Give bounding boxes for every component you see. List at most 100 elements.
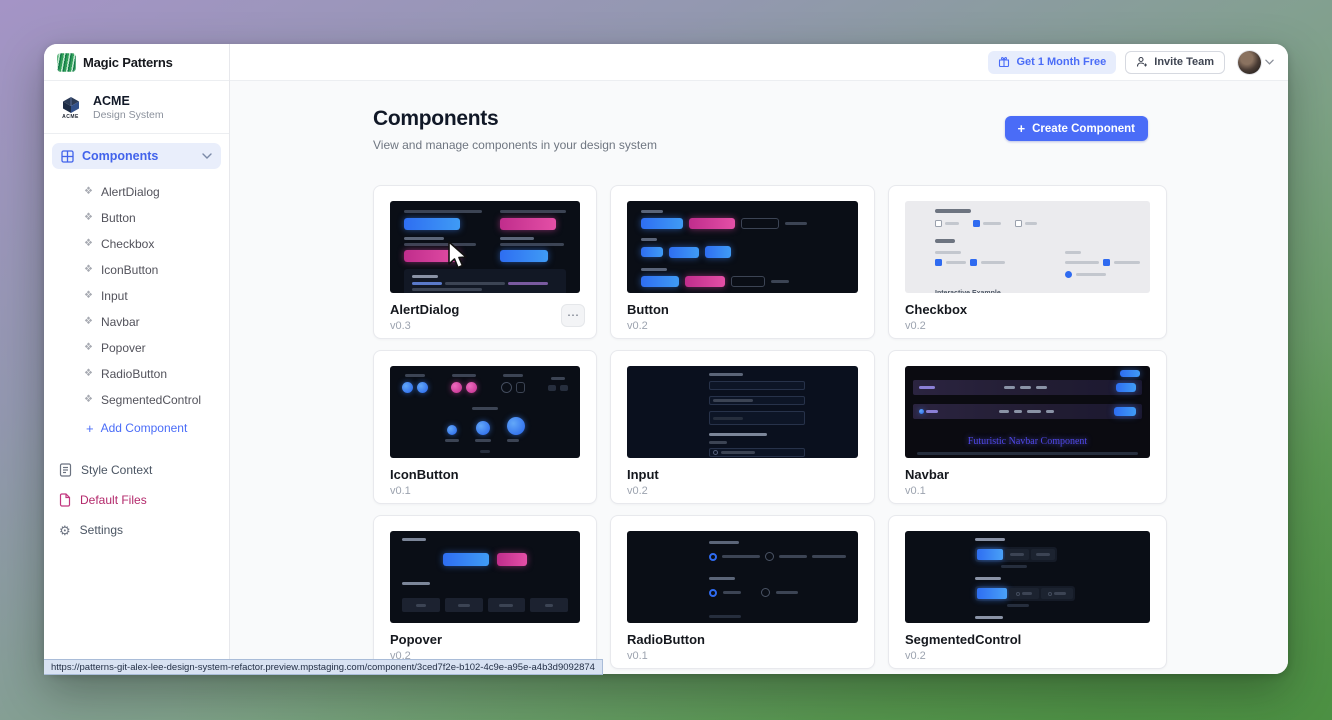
sidebar-item-iconbutton[interactable]: ❖ IconButton bbox=[44, 257, 229, 283]
checkbox-thumb-caption: Interactive Example bbox=[935, 290, 1140, 293]
gear-icon: ⚙ bbox=[59, 524, 71, 537]
card-name: Button bbox=[627, 302, 858, 317]
checkbox-thumbnail: Interactive Example bbox=[905, 201, 1150, 293]
acme-logo-label: ACME bbox=[57, 114, 84, 120]
sidebar-item-alertdialog[interactable]: ❖ AlertDialog bbox=[44, 179, 229, 205]
sub-item-label: Input bbox=[101, 289, 128, 303]
document-icon bbox=[59, 463, 72, 477]
page-subtitle: View and manage components in your desig… bbox=[373, 138, 657, 152]
sub-item-label: Checkbox bbox=[101, 237, 154, 251]
sub-item-label: IconButton bbox=[101, 263, 158, 277]
workspace-subtitle: Design System bbox=[93, 109, 164, 121]
footer-item-label: Default Files bbox=[80, 493, 147, 507]
component-card-popover[interactable]: Popover v0.2 bbox=[373, 515, 597, 669]
footer-item-label: Style Context bbox=[81, 463, 152, 477]
content-column: Get 1 Month Free Invite Team Components … bbox=[230, 44, 1288, 674]
sidebar-item-button[interactable]: ❖Button bbox=[44, 205, 229, 231]
thumb-code-block bbox=[404, 269, 566, 293]
sidebar-item-radiobutton[interactable]: ❖RadioButton bbox=[44, 361, 229, 387]
sidebar-item-settings[interactable]: ⚙ Settings bbox=[44, 515, 229, 545]
sidebar-item-style-context[interactable]: Style Context bbox=[44, 455, 229, 485]
sidebar-footer: Style Context Default Files ⚙ Settings bbox=[44, 455, 229, 545]
avatar bbox=[1238, 51, 1261, 74]
sidebar-divider bbox=[44, 133, 229, 134]
card-version: v0.1 bbox=[627, 650, 858, 662]
create-component-button[interactable]: + Create Component bbox=[1005, 116, 1148, 141]
card-name: IconButton bbox=[390, 467, 580, 482]
status-url: https://patterns-git-alex-lee-design-sys… bbox=[51, 662, 595, 673]
popover-thumbnail bbox=[390, 531, 580, 623]
add-component-button[interactable]: + Add Component bbox=[44, 413, 229, 443]
sidebar-item-label: Components bbox=[82, 149, 158, 163]
sub-item-label: Navbar bbox=[101, 315, 140, 329]
user-plus-icon bbox=[1136, 56, 1148, 68]
acme-logo-icon: ACME bbox=[57, 96, 84, 120]
card-name: Input bbox=[627, 467, 858, 482]
get-month-free-button[interactable]: Get 1 Month Free bbox=[988, 51, 1116, 74]
component-card-checkbox[interactable]: Interactive Example Checkbox v0.2 bbox=[888, 185, 1167, 339]
sub-item-label: SegmentedControl bbox=[101, 393, 201, 407]
sidebar-item-input[interactable]: ❖ Input bbox=[44, 283, 229, 309]
add-component-label: Add Component bbox=[101, 421, 188, 435]
component-card-alertdialog[interactable]: AlertDialog v0.3 ⋯ bbox=[373, 185, 597, 339]
card-version: v0.2 bbox=[905, 650, 1150, 662]
create-component-label: Create Component bbox=[1032, 123, 1135, 135]
iconbutton-thumbnail bbox=[390, 366, 580, 458]
component-card-segmentedcontrol[interactable]: SegmentedControl v0.2 bbox=[888, 515, 1167, 669]
component-icon: ❖ bbox=[84, 239, 93, 249]
thumb-group bbox=[404, 237, 482, 262]
segmentedcontrol-thumbnail bbox=[905, 531, 1150, 623]
status-bar: https://patterns-git-alex-lee-design-sys… bbox=[44, 659, 603, 675]
component-card-navbar[interactable]: Futuristic Navbar Component Navbar v0.1 bbox=[888, 350, 1167, 504]
component-card-iconbutton[interactable]: IconButton v0.1 bbox=[373, 350, 597, 504]
thumb-navbar-1 bbox=[913, 380, 1142, 395]
component-icon: ❖ bbox=[84, 369, 93, 379]
thumb-group bbox=[404, 210, 482, 230]
invite-team-button[interactable]: Invite Team bbox=[1125, 51, 1225, 74]
magic-patterns-logo-icon bbox=[57, 53, 76, 72]
sidebar-item-default-files[interactable]: Default Files bbox=[44, 485, 229, 515]
card-name: Checkbox bbox=[905, 302, 1150, 317]
grid-icon bbox=[61, 150, 74, 163]
card-name: AlertDialog bbox=[390, 302, 580, 317]
sub-item-label: Popover bbox=[101, 341, 146, 355]
account-menu[interactable] bbox=[1238, 51, 1274, 74]
component-card-input[interactable]: Input v0.2 bbox=[610, 350, 875, 504]
get-month-free-label: Get 1 Month Free bbox=[1016, 56, 1106, 68]
sidebar-item-popover[interactable]: ❖Popover bbox=[44, 335, 229, 361]
component-card-button[interactable]: Button v0.2 bbox=[610, 185, 875, 339]
radiobutton-thumbnail bbox=[627, 531, 858, 623]
sidebar-item-checkbox[interactable]: ❖ Checkbox bbox=[44, 231, 229, 257]
navbar-thumb-caption: Futuristic Navbar Component bbox=[905, 436, 1150, 447]
card-name: Navbar bbox=[905, 467, 1150, 482]
component-card-radiobutton[interactable]: RadioButton v0.1 bbox=[610, 515, 875, 669]
sidebar-item-navbar[interactable]: ❖ Navbar bbox=[44, 309, 229, 335]
thumb-navbar-2 bbox=[913, 404, 1142, 419]
card-name: SegmentedControl bbox=[905, 632, 1150, 647]
invite-team-label: Invite Team bbox=[1154, 56, 1214, 68]
card-name: RadioButton bbox=[627, 632, 858, 647]
page-header: Components View and manage components in… bbox=[373, 107, 1148, 152]
component-icon: ❖ bbox=[84, 187, 93, 197]
gift-icon bbox=[998, 56, 1010, 68]
component-sub-list: ❖ AlertDialog ❖Button ❖ Checkbox ❖ IconButt… bbox=[44, 179, 229, 443]
thumb-group bbox=[500, 210, 566, 230]
sub-item-label: AlertDialog bbox=[101, 185, 160, 199]
sidebar-item-components[interactable]: Components bbox=[52, 143, 221, 169]
component-icon: ❖ bbox=[84, 291, 93, 301]
app-logo-row[interactable]: Magic Patterns bbox=[44, 44, 229, 81]
input-thumbnail bbox=[627, 366, 858, 458]
card-version: v0.1 bbox=[905, 485, 1150, 497]
component-icon: ❖ bbox=[84, 265, 93, 275]
card-version: v0.2 bbox=[627, 320, 858, 332]
workspace-switcher[interactable]: ACME ACME Design System bbox=[44, 81, 229, 133]
app-logo-text: Magic Patterns bbox=[83, 55, 173, 70]
workspace-name: ACME bbox=[93, 94, 164, 108]
alertdialog-thumbnail bbox=[390, 201, 580, 293]
component-grid: AlertDialog v0.3 ⋯ bbox=[373, 185, 1148, 669]
sidebar-item-segmentedcontrol[interactable]: ❖SegmentedControl bbox=[44, 387, 229, 413]
card-more-button[interactable]: ⋯ bbox=[561, 304, 585, 327]
component-icon: ❖ bbox=[84, 317, 93, 327]
file-icon bbox=[59, 493, 71, 507]
sidebar: Magic Patterns ACME ACME Design System bbox=[44, 44, 230, 674]
